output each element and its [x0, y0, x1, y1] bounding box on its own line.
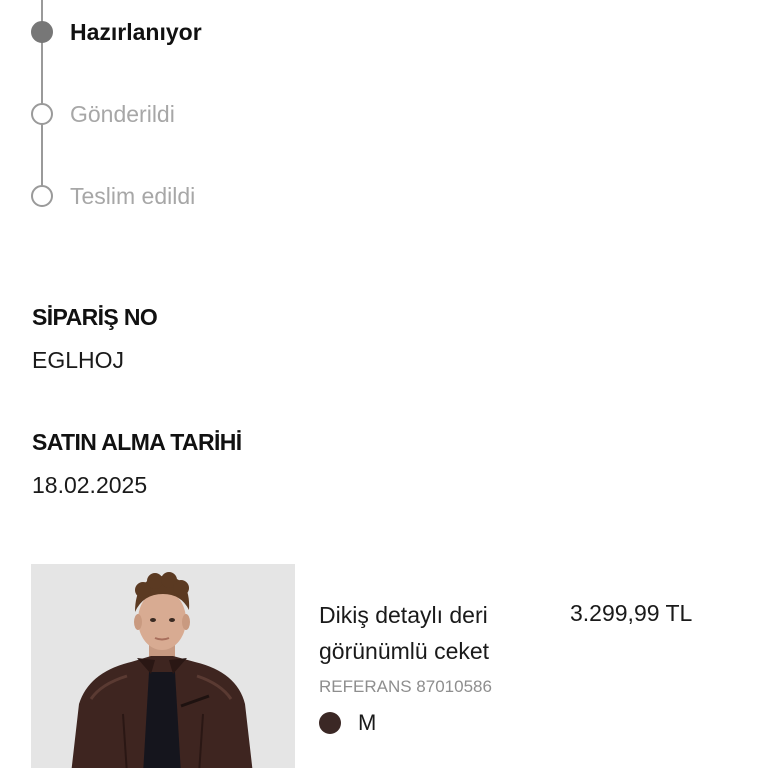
order-detail-page: Hazırlanıyor Gönderildi Teslim edildi Sİ…: [0, 0, 768, 768]
status-filled-dot-icon: [31, 21, 53, 43]
product-photo-leather-jacket-icon: [31, 564, 295, 768]
order-number-value: EGLHOJ: [32, 347, 125, 373]
status-step-label: Hazırlanıyor: [70, 18, 202, 45]
product-name[interactable]: Dikiş detaylı deri görünümlü ceket: [319, 597, 544, 669]
status-step-preparing: Hazırlanıyor: [30, 18, 202, 45]
product-image[interactable]: [31, 564, 295, 768]
product-price: 3.299,99 TL: [570, 600, 693, 626]
status-step-delivered: Teslim edildi: [30, 182, 196, 209]
product-reference: REFERANS 87010586: [319, 677, 492, 696]
product-variant: M: [319, 710, 376, 736]
purchase-date-label: SATIN ALMA TARİHİ: [32, 429, 242, 455]
status-empty-dot-icon: [31, 185, 53, 207]
status-step-label: Gönderildi: [70, 100, 175, 127]
status-empty-dot-icon: [31, 103, 53, 125]
order-number-label: SİPARİŞ NO: [32, 304, 158, 330]
color-swatch-icon: [319, 712, 341, 734]
order-status-timeline: Hazırlanıyor Gönderildi Teslim edildi: [30, 0, 430, 230]
status-step-label: Teslim edildi: [70, 182, 196, 209]
status-step-shipped: Gönderildi: [30, 100, 175, 127]
purchase-date-value: 18.02.2025: [32, 472, 148, 498]
product-size: M: [358, 710, 377, 735]
